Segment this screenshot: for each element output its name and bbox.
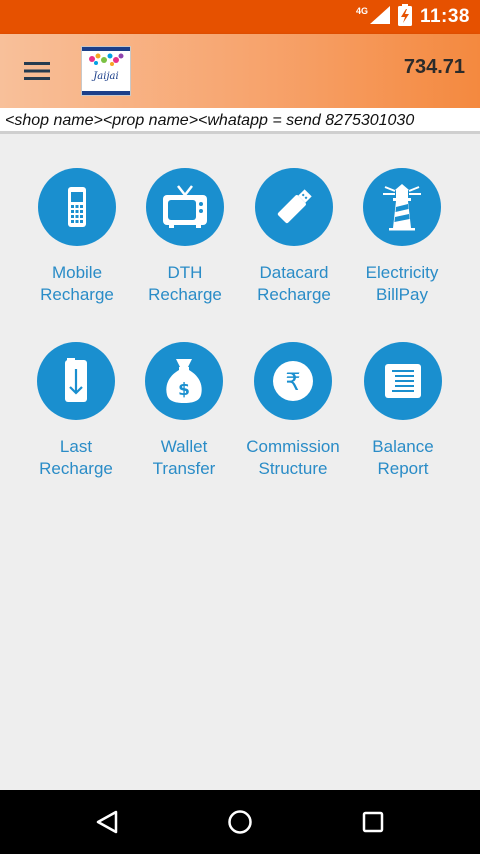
menu-button[interactable] [18,54,56,88]
tile-label-line1: Last [59,437,93,456]
tile-datacard-recharge[interactable]: Datacard Recharge [234,168,354,328]
signal-icon [369,5,390,29]
tile-icon-circle [364,342,442,420]
tile-label-line2: BillPay [376,285,428,304]
tile-label-line2: Recharge [257,285,331,304]
tile-icon-circle: ₹ [254,342,332,420]
tile-label-line1: Wallet [160,437,208,456]
tile-label: Balance Report [343,436,463,480]
tile-balance-report[interactable]: Balance Report [343,342,463,502]
recents-square-icon [362,811,384,833]
tile-last-recharge[interactable]: Last Recharge [16,342,136,502]
app-logo: Jaijai [81,46,131,96]
home-button[interactable] [220,802,260,842]
rupee-icon: ₹ [273,361,313,401]
tile-icon-circle [363,168,441,246]
tile-label: Commission Structure [233,436,353,480]
tile-label-line1: Commission [246,437,340,456]
tile-label-line2: Structure [258,459,328,478]
svg-text:₹: ₹ [285,368,300,396]
status-time: 11:38 [419,6,470,27]
tile-label: Electricity BillPay [342,262,462,306]
mobile-phone-icon [68,187,86,227]
tile-label-line2: Report [377,459,429,478]
tile-label-line2: Transfer [152,459,216,478]
phone-down-arrow-icon [65,358,87,402]
lighthouse-icon [383,184,421,231]
announcement-marquee: <shop name><prop name><whatapp = send 82… [0,108,480,134]
tile-label-line1: Balance [372,437,434,456]
app-bar: Jaijai 734.71 [0,34,480,108]
tile-icon-circle [37,342,115,420]
usb-dongle-icon [277,189,312,224]
logo-text: Jaijai [91,71,118,82]
tile-label: DTH Recharge [125,262,245,306]
document-icon [385,364,421,398]
wallet-balance: 734.71 [403,56,465,78]
tile-label-line1: DTH [167,263,203,282]
status-bar: 4G 11:38 [0,0,480,34]
hamburger-icon [24,62,50,80]
tile-label-line1: Mobile [51,263,103,282]
tile-label-line2: Recharge [40,285,114,304]
status-icons: 4G 11:38 [356,0,470,34]
tile-label: Datacard Recharge [234,262,354,306]
back-triangle-icon [96,810,118,834]
tile-label: Wallet Transfer [124,436,244,480]
tile-icon-circle: $ [145,342,223,420]
tv-icon [163,185,207,228]
tile-wallet-transfer[interactable]: $ Wallet Transfer [124,342,244,502]
tile-label-line2: Recharge [39,459,113,478]
network-type: 4G [355,6,368,16]
tile-commission-structure[interactable]: ₹ Commission Structure [233,342,353,502]
tile-label-line2: Recharge [148,285,222,304]
tile-mobile-recharge[interactable]: Mobile Recharge [17,168,137,328]
battery-charging-icon [397,3,412,31]
home-circle-icon [228,810,252,834]
money-bag-icon: $ [166,359,202,403]
tile-label: Mobile Recharge [17,262,137,306]
tile-electricity-billpay[interactable]: Electricity BillPay [342,168,462,328]
tile-label-line1: Datacard [259,263,329,282]
tile-icon-circle [255,168,333,246]
back-button[interactable] [87,802,127,842]
recents-button[interactable] [353,802,393,842]
svg-text:$: $ [178,380,190,400]
tile-label-line1: Electricity [365,263,439,282]
tile-label: Last Recharge [16,436,136,480]
tile-dth-recharge[interactable]: DTH Recharge [125,168,245,328]
tile-icon-circle [38,168,116,246]
tile-icon-circle [146,168,224,246]
navigation-bar [0,790,480,854]
